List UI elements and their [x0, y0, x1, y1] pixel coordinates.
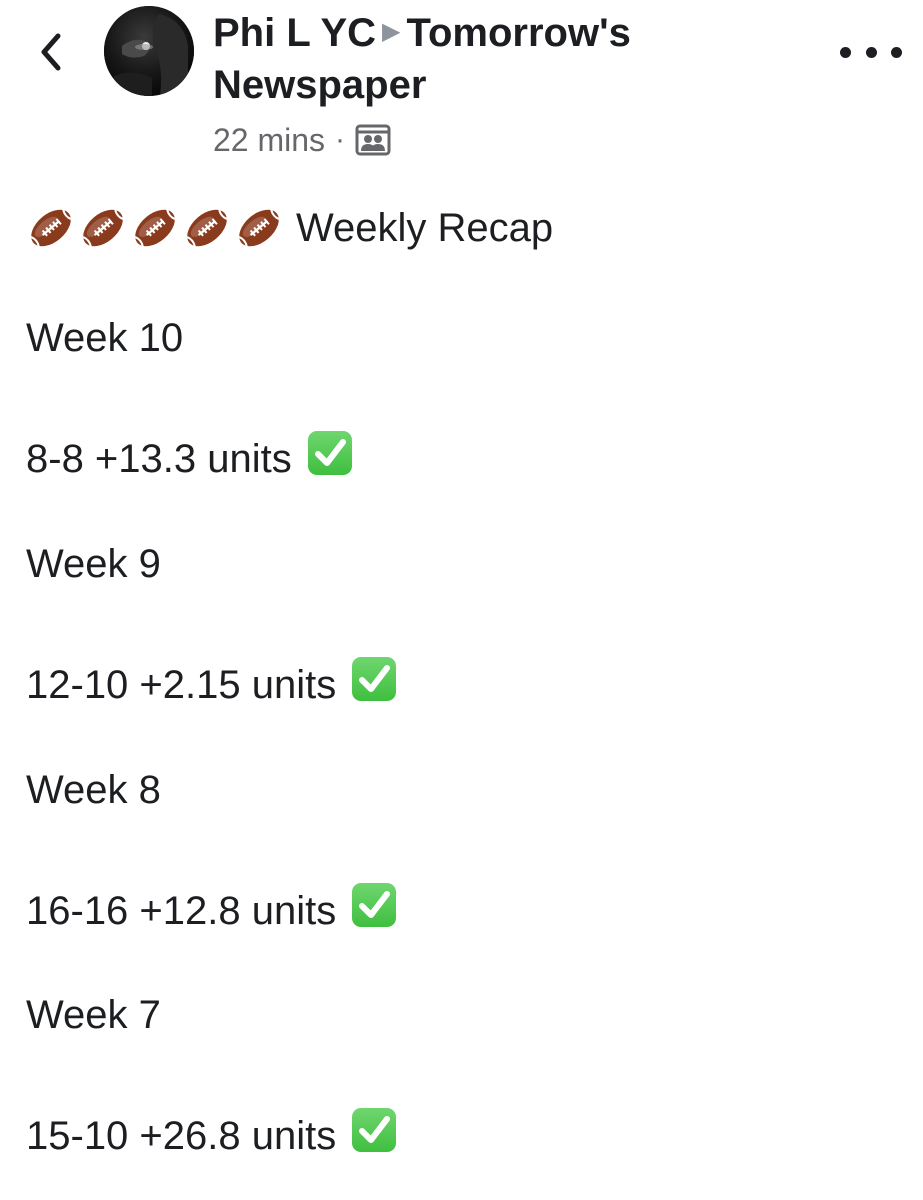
week-result-text: 15-10 +26.8 units [26, 1114, 337, 1158]
group-name-line2[interactable]: Newspaper [213, 60, 813, 110]
week-result: 8-8 +13.3 units [26, 429, 354, 489]
week-label: Week 10 [26, 316, 184, 360]
right-triangle-icon: ▶ [382, 18, 401, 46]
group-audience-icon [355, 124, 391, 156]
check-mark-button-icon [352, 883, 397, 927]
avatar-image [104, 6, 194, 96]
american-football-icon [134, 209, 176, 247]
group-name[interactable]: Tomorrow's [406, 11, 630, 55]
week-label: Week 8 [26, 768, 161, 812]
post-title: Phi L YC ▶ Tomorrow's [213, 8, 813, 60]
check-mark-button-icon [307, 431, 352, 475]
week-result-text: 16-16 +12.8 units [26, 889, 337, 933]
more-options-button[interactable] [840, 30, 902, 74]
week-result: 12-10 +2.15 units [26, 655, 398, 715]
week-result-text: 8-8 +13.3 units [26, 437, 292, 481]
american-football-icon [30, 209, 72, 247]
football-emoji-row [26, 203, 286, 253]
american-football-icon [82, 209, 124, 247]
week-label: Week 7 [26, 993, 161, 1037]
back-button[interactable] [28, 26, 74, 78]
week-result: 16-16 +12.8 units [26, 881, 398, 941]
week-result-text: 12-10 +2.15 units [26, 663, 337, 707]
meta-dot: · [335, 123, 346, 157]
check-mark-button-icon [352, 657, 397, 701]
week-label: Week 9 [26, 542, 161, 586]
american-football-icon [238, 209, 280, 247]
avatar[interactable] [104, 6, 194, 96]
recap-heading-text: Weekly Recap [296, 206, 554, 250]
post-time[interactable]: 22 mins [213, 122, 325, 159]
american-football-icon [186, 209, 228, 247]
recap-heading: Weekly Recap [26, 203, 553, 253]
author-name[interactable]: Phi L YC [213, 11, 376, 55]
chevron-left-icon [41, 33, 61, 71]
week-result: 15-10 +26.8 units [26, 1106, 398, 1166]
post-header: Phi L YC ▶ Tomorrow's Newspaper 22 mins · [213, 8, 813, 160]
post-meta: 22 mins · [213, 120, 813, 160]
more-dots-icon [840, 46, 851, 58]
check-mark-button-icon [352, 1108, 397, 1152]
